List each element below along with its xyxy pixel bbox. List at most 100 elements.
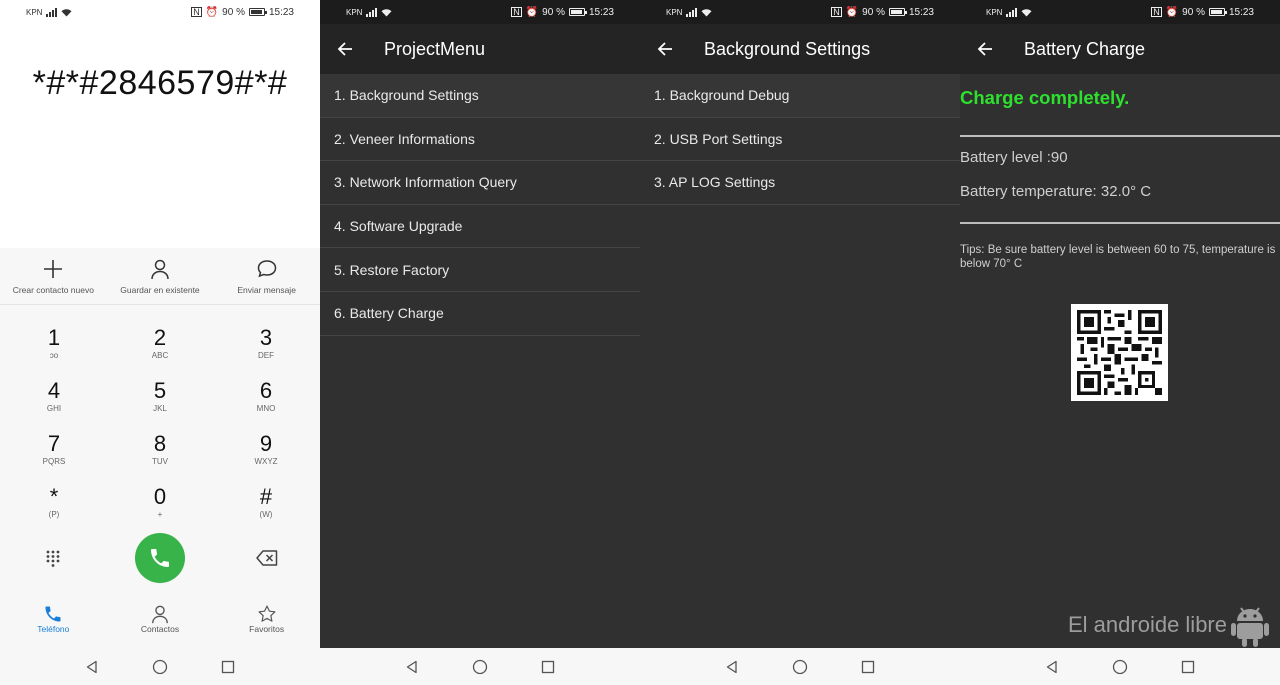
phone-icon [150, 549, 169, 567]
menu-item-restore-factory[interactable]: 5. Restore Factory [320, 248, 640, 292]
create-contact-button[interactable]: Crear contacto nuevo [0, 258, 106, 304]
clock: 15:23 [268, 6, 294, 18]
key-5[interactable]: 5 JKL [107, 378, 213, 431]
back-arrow-icon[interactable] [640, 24, 690, 74]
key-digit: 0 [153, 484, 167, 509]
qr-code [1071, 304, 1168, 401]
nav-home-icon[interactable] [787, 654, 813, 680]
nav-recents-icon[interactable] [1175, 654, 1201, 680]
dialpad-toggle-icon[interactable] [45, 549, 61, 567]
nav-back-icon[interactable] [79, 654, 105, 680]
qr-code-image [1077, 310, 1162, 395]
key-star[interactable]: * (P) [1, 484, 107, 537]
status-bar: KPN N ⏰ 90 % 15:23 [320, 0, 640, 24]
battery-icon [248, 8, 267, 16]
menu-item-veneer-informations[interactable]: 2. Veneer Informations [320, 117, 640, 162]
key-letters: DEF [258, 351, 274, 360]
menu-item-usb-port-settings[interactable]: 2. USB Port Settings [640, 117, 960, 162]
key-digit: 9 [259, 431, 273, 456]
key-letters: JKL [153, 404, 167, 413]
battery-tips: Tips: Be sure battery level is between 6… [960, 244, 1276, 270]
system-nav-bar [320, 648, 640, 685]
menu-item-background-settings[interactable]: 1. Background Settings [320, 74, 640, 118]
nav-home-icon[interactable] [1107, 654, 1133, 680]
message-icon [257, 260, 276, 278]
send-message-button[interactable]: Enviar mensaje [214, 258, 320, 304]
alarm-icon: ⏰ [525, 6, 539, 18]
send-message-label: Enviar mensaje [237, 285, 296, 295]
key-hash[interactable]: # (W) [213, 484, 319, 537]
tab-contactos[interactable]: Contactos [107, 604, 213, 634]
key-digit: 4 [47, 378, 61, 403]
app-bar: Battery Charge [960, 24, 1280, 74]
project-menu-screen: KPN N ⏰ 90 % 15:23 ProjectMenu 1. Backgr… [320, 0, 640, 685]
dialpad-area: Crear contacto nuevo Guardar en existent… [0, 248, 320, 685]
tab-favoritos[interactable]: Favoritos [214, 604, 320, 634]
tab-telefono[interactable]: Teléfono [0, 604, 106, 634]
nav-recents-icon[interactable] [535, 654, 561, 680]
nfc-icon: N [1151, 7, 1162, 17]
signal-icon [686, 7, 698, 17]
nav-back-icon[interactable] [719, 654, 745, 680]
key-digit: 5 [153, 378, 167, 403]
menu-item-battery-charge[interactable]: 6. Battery Charge [320, 291, 640, 336]
key-letters: ABC [151, 351, 169, 360]
alarm-icon: ⏰ [205, 6, 219, 18]
dialed-number: *#*#2846579#*# [32, 64, 288, 102]
signal-icon [46, 7, 58, 17]
key-digit: 6 [259, 378, 273, 403]
key-letters: (W) [259, 510, 273, 519]
watermark-text: El androide libre [1068, 612, 1227, 637]
nav-home-icon[interactable] [147, 654, 173, 680]
menu-item-background-debug[interactable]: 1. Background Debug [640, 74, 960, 118]
key-0[interactable]: 0 + [107, 484, 213, 537]
key-2[interactable]: 2 ABC [107, 325, 213, 378]
nav-home-icon[interactable] [467, 654, 493, 680]
call-button[interactable] [134, 533, 185, 583]
background-settings-screen: KPN N ⏰ 90 % 15:23 Background Settings 1… [640, 0, 960, 685]
clock: 15:23 [1228, 6, 1254, 18]
key-1[interactable]: 1 ↄo [1, 325, 107, 378]
key-digit: 7 [47, 431, 61, 456]
key-letters: + [157, 510, 163, 519]
back-arrow-icon[interactable] [960, 24, 1010, 74]
menu-item-software-upgrade[interactable]: 4. Software Upgrade [320, 204, 640, 249]
system-nav-bar [640, 648, 960, 685]
backspace-icon[interactable] [255, 550, 278, 566]
wifi-icon [1021, 8, 1032, 16]
background-settings-list: 1. Background Debug 2. USB Port Settings… [640, 74, 960, 205]
charge-status: Charge completely. [960, 87, 1130, 108]
project-menu-list: 1. Background Settings 2. Veneer Informa… [320, 74, 640, 336]
nav-recents-icon[interactable] [215, 654, 241, 680]
key-9[interactable]: 9 WXYZ [213, 431, 319, 484]
battery-icon [1208, 8, 1227, 16]
key-7[interactable]: 7 PQRS [1, 431, 107, 484]
back-arrow-icon[interactable] [320, 24, 370, 74]
menu-item-network-information-query[interactable]: 3. Network Information Query [320, 161, 640, 205]
menu-item-ap-log-settings[interactable]: 3. AP LOG Settings [640, 161, 960, 205]
key-4[interactable]: 4 GHI [1, 378, 107, 431]
page-title: Background Settings [704, 38, 871, 59]
save-existing-button[interactable]: Guardar en existente [107, 258, 213, 304]
key-letters: WXYZ [254, 457, 278, 466]
battery-icon [568, 8, 587, 16]
key-6[interactable]: 6 MNO [213, 378, 319, 431]
key-digit: * [49, 484, 59, 509]
nfc-icon: N [511, 7, 522, 17]
page-title: Battery Charge [1024, 38, 1146, 59]
key-letters: PQRS [42, 457, 66, 466]
key-letters: MNO [256, 404, 276, 413]
battery-icon [888, 8, 907, 16]
nav-back-icon[interactable] [1039, 654, 1065, 680]
battery-temperature: Battery temperature: 32.0° C [960, 183, 1152, 200]
save-existing-label: Guardar en existente [120, 285, 200, 295]
nav-back-icon[interactable] [399, 654, 425, 680]
bottom-tabs: Teléfono Contactos Favoritos [0, 604, 320, 634]
battery-percent: 90 % [1182, 6, 1205, 18]
dialer-actions: Crear contacto nuevo Guardar en existent… [0, 248, 320, 305]
android-logo-icon [1230, 607, 1269, 647]
key-8[interactable]: 8 TUV [107, 431, 213, 484]
system-nav-bar [960, 648, 1280, 685]
nav-recents-icon[interactable] [855, 654, 881, 680]
key-3[interactable]: 3 DEF [213, 325, 319, 378]
